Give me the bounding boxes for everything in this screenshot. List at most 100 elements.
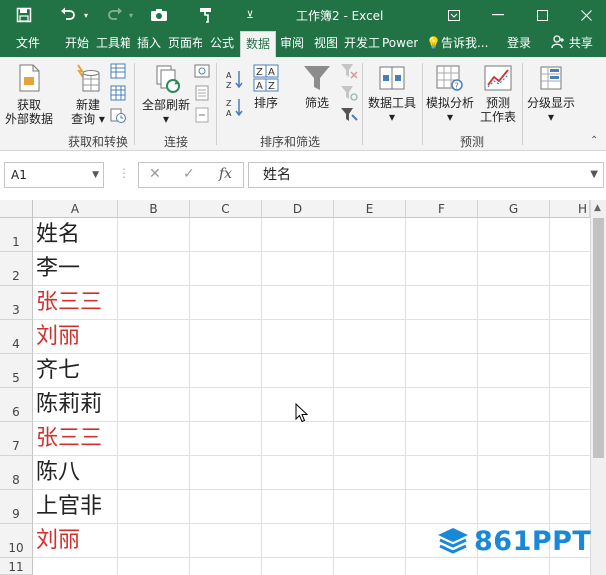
- save-icon[interactable]: [12, 0, 36, 30]
- recent-sources-icon[interactable]: [110, 107, 126, 126]
- cell-a5[interactable]: 齐七: [36, 354, 80, 388]
- tab-toolbox[interactable]: 工具箱: [96, 30, 130, 57]
- cancel-icon[interactable]: ✕: [149, 166, 161, 182]
- refresh-all-button[interactable]: 全部刷新 ▾: [138, 63, 194, 126]
- cell-a9[interactable]: 上官非: [36, 490, 102, 524]
- select-all-corner[interactable]: [0, 200, 33, 218]
- column-header-d[interactable]: D: [262, 200, 334, 218]
- customize-qat-icon[interactable]: ⊻: [242, 0, 258, 30]
- cell-a6[interactable]: 陈莉莉: [36, 388, 102, 422]
- gridline: [333, 218, 334, 575]
- title-bar: ▾ ▾ ⊻ 工作簿2 - Excel: [0, 0, 606, 30]
- filter-button[interactable]: 筛选: [298, 63, 336, 110]
- maximize-icon[interactable]: [529, 4, 555, 26]
- row-header[interactable]: 5: [0, 354, 33, 388]
- column-header-c[interactable]: C: [190, 200, 262, 218]
- vertical-scrollbar[interactable]: ▲: [590, 200, 606, 575]
- row-header[interactable]: 11: [0, 558, 33, 575]
- sort-button[interactable]: ZAAZ 排序: [248, 63, 284, 110]
- cell-a7[interactable]: 张三三: [36, 422, 102, 456]
- person-icon: [551, 35, 569, 50]
- tab-formulas[interactable]: 公式: [204, 30, 240, 57]
- gridline: [33, 489, 590, 490]
- reapply-filter-icon[interactable]: [340, 85, 358, 104]
- what-if-analysis-button[interactable]: ? 模拟分析 ▾: [424, 63, 476, 124]
- new-query-button[interactable]: 新建 查询 ▾: [66, 63, 110, 126]
- gridline: [33, 353, 590, 354]
- sort-descending-icon[interactable]: ZA: [226, 97, 244, 120]
- group-separator: [522, 63, 523, 145]
- svg-text:A: A: [256, 81, 263, 92]
- cell-a10[interactable]: 刘丽: [36, 524, 80, 558]
- edit-links-icon[interactable]: [194, 107, 210, 126]
- format-painter-icon[interactable]: [196, 0, 216, 30]
- close-icon[interactable]: [573, 4, 599, 26]
- row-header[interactable]: 8: [0, 456, 33, 490]
- cell-a1[interactable]: 姓名: [36, 218, 80, 252]
- cell-a8[interactable]: 陈八: [36, 456, 80, 490]
- row-header[interactable]: 10: [0, 524, 33, 558]
- group-separator: [134, 63, 135, 145]
- share-button[interactable]: 共享: [542, 30, 602, 57]
- tab-home[interactable]: 开始: [60, 30, 94, 57]
- from-table-icon[interactable]: [110, 85, 126, 104]
- row-header[interactable]: 1: [0, 218, 33, 252]
- column-header-b[interactable]: B: [118, 200, 190, 218]
- database-query-icon: [77, 64, 100, 92]
- cell-a4[interactable]: 刘丽: [36, 320, 80, 354]
- show-queries-icon[interactable]: [110, 63, 126, 82]
- column-header-f[interactable]: F: [406, 200, 478, 218]
- tab-power-pivot[interactable]: Power Pivot: [382, 30, 418, 57]
- row-header[interactable]: 7: [0, 422, 33, 456]
- column-header-h[interactable]: H: [550, 200, 590, 218]
- tab-review[interactable]: 审阅: [276, 30, 308, 57]
- expand-formula-bar-icon[interactable]: ▼: [590, 163, 598, 187]
- row-header[interactable]: 4: [0, 320, 33, 354]
- row-header[interactable]: 6: [0, 388, 33, 422]
- column-header-a[interactable]: A: [33, 200, 118, 218]
- chevron-down-icon[interactable]: ▼: [92, 163, 99, 187]
- connections-icon[interactable]: [194, 63, 210, 82]
- name-box[interactable]: A1 ▼: [4, 162, 104, 188]
- get-external-data-button[interactable]: 获取 外部数据: [2, 63, 56, 126]
- column-header-g[interactable]: G: [478, 200, 550, 218]
- redo-icon[interactable]: [104, 0, 126, 30]
- login-link[interactable]: 登录: [502, 30, 536, 57]
- sort-ascending-icon[interactable]: AZ: [226, 69, 244, 92]
- scroll-up-icon[interactable]: ▲: [594, 203, 601, 213]
- properties-icon[interactable]: [194, 85, 210, 104]
- scrollbar-thumb[interactable]: [593, 218, 604, 458]
- tab-page-layout[interactable]: 页面布局: [168, 30, 202, 57]
- tab-file[interactable]: 文件: [10, 30, 46, 57]
- tab-developer[interactable]: 开发工具: [344, 30, 380, 57]
- minimize-icon[interactable]: [485, 4, 511, 26]
- worksheet-grid[interactable]: A B C D E F G H 1 2 3 4 5 6 7 8 9 10 11 …: [0, 200, 606, 575]
- advanced-filter-icon[interactable]: [340, 107, 358, 126]
- outline-button[interactable]: 分级显示 ▾: [524, 63, 578, 124]
- tab-view[interactable]: 视图: [310, 30, 342, 57]
- row-header[interactable]: 9: [0, 490, 33, 524]
- tab-insert[interactable]: 插入: [132, 30, 166, 57]
- tab-data[interactable]: 数据: [240, 31, 276, 57]
- ribbon-display-options-icon[interactable]: [441, 4, 467, 26]
- row-header[interactable]: 3: [0, 286, 33, 320]
- tell-me-search[interactable]: 💡告诉我...: [426, 30, 498, 57]
- data-tools-button[interactable]: 数据工具 ▾: [364, 63, 420, 124]
- camera-icon[interactable]: [148, 0, 170, 30]
- cell-a3[interactable]: 张三三: [36, 286, 102, 320]
- formula-bar: A1 ▼ ⋮ ✕ ✓ fx 姓名 ▼: [0, 152, 606, 200]
- enter-icon[interactable]: ✓: [183, 166, 195, 182]
- column-header-e[interactable]: E: [334, 200, 406, 218]
- redo-dropdown-icon[interactable]: ▾: [126, 0, 136, 30]
- group-separator: [216, 63, 217, 145]
- gridline: [477, 218, 478, 575]
- cell-a2[interactable]: 李一: [36, 252, 80, 286]
- clear-filter-icon[interactable]: [340, 63, 358, 82]
- collapse-ribbon-icon[interactable]: ⌃: [590, 135, 598, 146]
- undo-dropdown-icon[interactable]: ▾: [80, 0, 92, 30]
- insert-function-icon[interactable]: fx: [219, 166, 232, 182]
- formula-input[interactable]: 姓名 ▼: [248, 162, 604, 188]
- undo-icon[interactable]: [56, 0, 80, 30]
- row-header[interactable]: 2: [0, 252, 33, 286]
- forecast-sheet-button[interactable]: 预测 工作表: [478, 63, 518, 124]
